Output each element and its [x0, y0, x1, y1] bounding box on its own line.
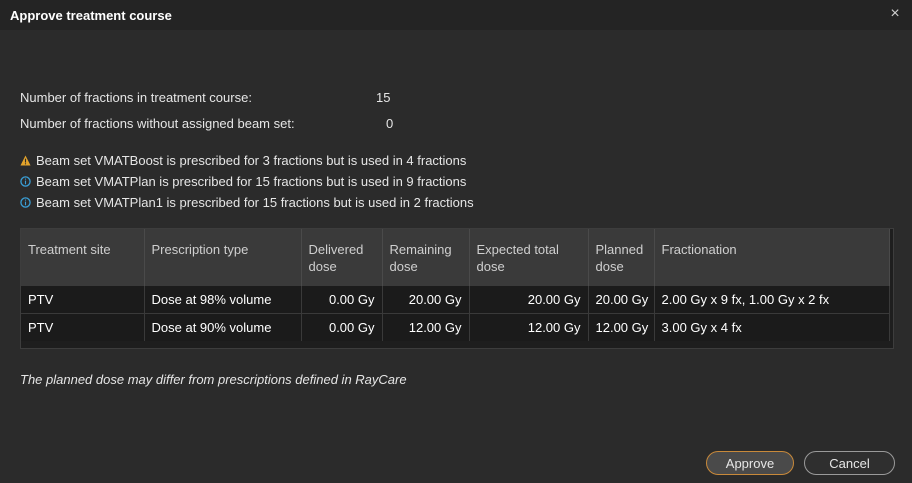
info-icon	[20, 176, 31, 187]
cancel-button[interactable]: Cancel	[804, 451, 895, 475]
fractions-in-course-label: Number of fractions in treatment course:	[20, 90, 252, 105]
cell-prescription-type: Dose at 98% volume	[144, 285, 302, 314]
fractions-in-course-value: 15	[376, 90, 391, 105]
close-icon[interactable]: ×	[886, 5, 904, 23]
planned-dose-note: The planned dose may differ from prescri…	[20, 372, 407, 387]
header-fractionation[interactable]: Fractionation	[654, 229, 890, 286]
message-vmatplan1: Beam set VMATPlan1 is prescribed for 15 …	[20, 195, 474, 210]
cell-delivered-dose: 0.00 Gy	[301, 285, 383, 314]
message-vmatboost: Beam set VMATBoost is prescribed for 3 f…	[20, 153, 466, 168]
header-treatment-site[interactable]: Treatment site	[21, 229, 145, 286]
warning-icon	[20, 155, 31, 166]
info-icon	[20, 197, 31, 208]
fractions-unassigned-value: 0	[386, 116, 394, 131]
message-text: Beam set VMATBoost is prescribed for 3 f…	[36, 153, 467, 168]
message-vmatplan: Beam set VMATPlan is prescribed for 15 f…	[20, 174, 466, 189]
fractions-in-course-row: Number of fractions in treatment course:…	[20, 90, 390, 105]
dialog-title: Approve treatment course	[10, 8, 172, 23]
cell-expected-total-dose: 20.00 Gy	[469, 285, 589, 314]
cell-treatment-site: PTV	[21, 313, 145, 341]
cell-delivered-dose: 0.00 Gy	[301, 313, 383, 341]
cell-planned-dose: 12.00 Gy	[588, 313, 655, 341]
table-row[interactable]: PTV Dose at 90% volume 0.00 Gy 12.00 Gy …	[21, 313, 890, 341]
table-row[interactable]: PTV Dose at 98% volume 0.00 Gy 20.00 Gy …	[21, 285, 890, 314]
cell-prescription-type: Dose at 90% volume	[144, 313, 302, 341]
fractions-unassigned-label: Number of fractions without assigned bea…	[20, 116, 295, 131]
header-expected-total-dose[interactable]: Expected total dose	[469, 229, 589, 286]
header-delivered-dose[interactable]: Delivered dose	[301, 229, 383, 286]
header-prescription-type[interactable]: Prescription type	[144, 229, 302, 286]
cell-remaining-dose: 12.00 Gy	[382, 313, 470, 341]
dose-table: Treatment site Prescription type Deliver…	[20, 228, 894, 349]
table-header-row: Treatment site Prescription type Deliver…	[21, 229, 890, 286]
cell-planned-dose: 20.00 Gy	[588, 285, 655, 314]
header-planned-dose[interactable]: Planned dose	[588, 229, 655, 286]
cell-fractionation: 2.00 Gy x 9 fx, 1.00 Gy x 2 fx	[654, 285, 890, 314]
cell-expected-total-dose: 12.00 Gy	[469, 313, 589, 341]
cell-treatment-site: PTV	[21, 285, 145, 314]
cell-remaining-dose: 20.00 Gy	[382, 285, 470, 314]
header-remaining-dose[interactable]: Remaining dose	[382, 229, 470, 286]
message-text: Beam set VMATPlan1 is prescribed for 15 …	[36, 195, 474, 210]
dialog-titlebar: Approve treatment course ×	[0, 0, 912, 30]
fractions-unassigned-row: Number of fractions without assigned bea…	[20, 116, 393, 131]
message-text: Beam set VMATPlan is prescribed for 15 f…	[36, 174, 467, 189]
approve-button[interactable]: Approve	[706, 451, 794, 475]
cell-fractionation: 3.00 Gy x 4 fx	[654, 313, 890, 341]
